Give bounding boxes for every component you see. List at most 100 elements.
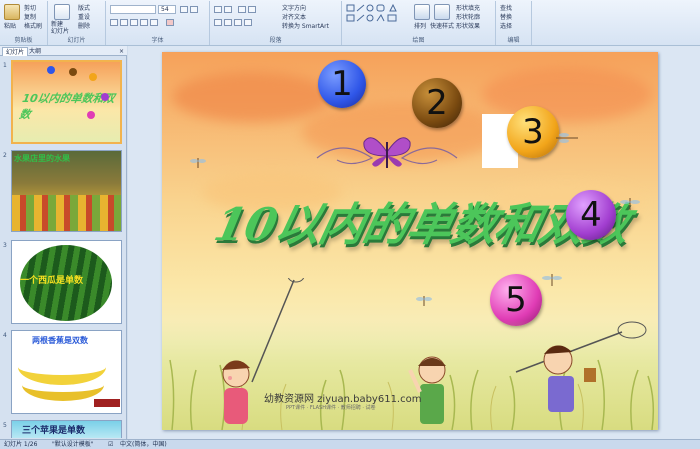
watermark-text: 幼教资源网 ziyuan.baby611.com [264, 394, 422, 405]
thumb-circle-icon [69, 68, 77, 76]
thumb-title: 三个苹果是单数 [22, 426, 86, 436]
clipboard-group: 粘贴 剪切 复制 格式刷 剪贴板 [0, 1, 48, 45]
banana-image [22, 385, 104, 401]
status-bar: 幻灯片 1/26 "默认设计模板" ☑ 中文(简体，中国) [0, 439, 700, 449]
quick-styles-button[interactable]: 快速样式 [430, 21, 454, 30]
text-direction-button[interactable]: 文字方向 [282, 3, 306, 12]
arrange-button[interactable]: 排列 [414, 21, 426, 30]
decrease-indent-icon[interactable] [238, 6, 246, 13]
bold-icon[interactable] [110, 19, 118, 26]
thumb-number: 3 [3, 242, 7, 249]
select-button[interactable]: 选择 [500, 21, 512, 30]
layout-button[interactable]: 版式 [78, 3, 90, 12]
shape-fill-button[interactable]: 形状填充 [456, 3, 480, 12]
align-left-icon[interactable] [214, 19, 222, 26]
italic-icon[interactable] [120, 19, 128, 26]
dragonfly-icon [416, 296, 432, 306]
slides-group: 新建 幻灯片 版式 重设 删除 幻灯片 [48, 1, 106, 45]
align-text-button[interactable]: 对齐文本 [282, 12, 306, 21]
cut-button[interactable]: 剪切 [24, 3, 36, 12]
thumb-title: 一个西瓜是单数 [20, 276, 84, 286]
watermark-subtext: PPT课件 · FLASH课件 · 教师招聘 · 试卷 [286, 405, 376, 411]
banana-image [18, 367, 106, 385]
reset-button[interactable]: 重设 [78, 12, 90, 21]
group-label-slides: 幻灯片 [67, 37, 86, 44]
label-tag [94, 399, 120, 407]
dragonfly-icon [620, 198, 640, 210]
align-right-icon[interactable] [234, 19, 242, 26]
group-label-editing: 编辑 [507, 37, 520, 44]
dragonfly-icon [542, 274, 562, 286]
slide[interactable]: 10以内的单数和双数 1 2 3 4 5 幼教资源网 ziyuan.baby61… [162, 52, 658, 430]
cloud [172, 72, 332, 122]
thumb-circle-icon [89, 73, 97, 81]
group-label-clipboard: 剪贴板 [14, 37, 33, 44]
spellcheck-icon[interactable]: ☑ [108, 440, 113, 449]
group-label-paragraph: 段落 [269, 37, 282, 44]
font-color-icon[interactable] [166, 19, 174, 26]
shadow-icon[interactable] [150, 19, 158, 26]
quick-styles-icon[interactable] [434, 4, 450, 20]
drawing-group: 排列 快速样式 形状填充 形状轮廓 形状效果 绘图 [342, 1, 496, 45]
fruit-stand-image [12, 195, 121, 231]
theme-name: "默认设计模板" [52, 441, 94, 448]
delete-button[interactable]: 删除 [78, 21, 90, 30]
smartart-button[interactable]: 转换为 SmartArt [282, 21, 329, 30]
editing-group: 查找 替换 选择 编辑 [496, 1, 532, 45]
replace-button[interactable]: 替换 [500, 12, 512, 21]
font-group: 54 字体 [106, 1, 210, 45]
language-indicator: 中文(简体，中国) [120, 441, 167, 448]
number-circle-4[interactable]: 4 [566, 190, 616, 240]
number-circle-1[interactable]: 1 [318, 60, 366, 108]
paste-button[interactable]: 粘贴 [4, 21, 16, 30]
align-center-icon[interactable] [224, 19, 232, 26]
bullets-icon[interactable] [214, 6, 222, 13]
shape-outline-button[interactable]: 形状轮廓 [456, 12, 480, 21]
shape-effects-button[interactable]: 形状效果 [456, 21, 480, 30]
paragraph-group: 文字方向 对齐文本 转换为 SmartArt 段落 [210, 1, 342, 45]
pane-tabs: 幻灯片 大纲 × [0, 46, 127, 56]
slide-thumb-1[interactable]: 10以内的单数和双数 [11, 60, 122, 144]
new-slide-icon[interactable] [54, 4, 70, 20]
thumb-circle-icon [47, 66, 55, 74]
close-pane-icon[interactable]: × [116, 47, 127, 56]
thumb-circle-icon [101, 93, 109, 101]
slide-thumbnail-pane: 幻灯片 大纲 × 1 10以内的单数和双数 2 水果店里的水果 3 一个西瓜是单… [0, 46, 127, 439]
dragonfly-icon [190, 158, 206, 168]
tab-slides[interactable]: 幻灯片 [2, 47, 29, 56]
thumb-number: 5 [3, 422, 7, 429]
thumb-number: 4 [3, 332, 7, 339]
copy-button[interactable]: 复制 [24, 12, 36, 21]
number-circle-2[interactable]: 2 [412, 78, 462, 128]
slide-thumb-4[interactable]: 两根香蕉是双数 [11, 330, 122, 414]
slide-thumb-5[interactable]: 三个苹果是单数 [11, 420, 122, 438]
slide-thumb-3[interactable]: 一个西瓜是单数 [11, 240, 122, 324]
boy-with-net-illustration [515, 321, 647, 412]
paste-icon[interactable] [4, 4, 20, 20]
grow-font-icon[interactable] [180, 6, 188, 13]
shapes-gallery-icon[interactable] [346, 4, 406, 30]
font-size-field[interactable]: 54 [158, 5, 176, 14]
slide-editing-area: 10以内的单数和双数 1 2 3 4 5 幼教资源网 ziyuan.baby61… [128, 46, 700, 439]
tab-outline[interactable]: 大纲 [26, 47, 44, 56]
font-name-field[interactable] [110, 5, 156, 14]
numbering-icon[interactable] [224, 6, 232, 13]
arrange-icon[interactable] [414, 4, 430, 20]
increase-indent-icon[interactable] [248, 6, 256, 13]
strikethrough-icon[interactable] [140, 19, 148, 26]
find-button[interactable]: 查找 [500, 3, 512, 12]
thumb-title: 水果店里的水果 [14, 154, 70, 163]
format-painter-button[interactable]: 格式刷 [24, 21, 42, 30]
thumb-circle-icon [87, 111, 95, 119]
group-label-drawing: 绘图 [412, 37, 425, 44]
number-circle-3[interactable]: 3 [507, 106, 559, 158]
thumb-title: 两根香蕉是双数 [32, 336, 88, 345]
shrink-font-icon[interactable] [190, 6, 198, 13]
slide-thumb-2[interactable]: 水果店里的水果 [11, 150, 122, 232]
ribbon: 粘贴 剪切 复制 格式刷 剪贴板 新建 幻灯片 版式 重设 删除 幻灯片 54 … [0, 0, 700, 46]
dragonfly-icon [556, 133, 578, 143]
new-slide-button[interactable]: 新建 幻灯片 [51, 21, 69, 35]
justify-icon[interactable] [244, 19, 252, 26]
underline-icon[interactable] [130, 19, 138, 26]
thumb-number: 2 [3, 152, 7, 159]
